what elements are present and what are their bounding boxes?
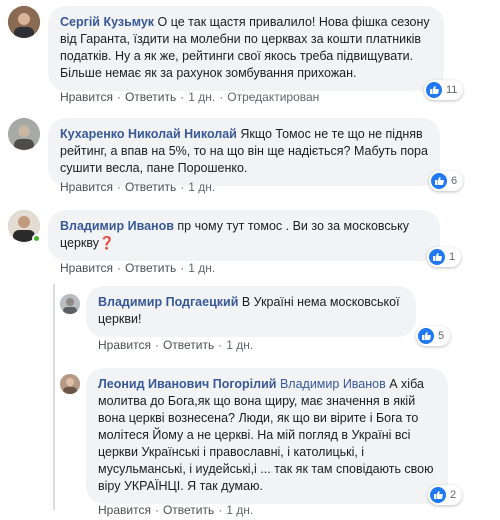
comment-bubble: Кухаренко Николай Николай Якщо Томос не … [48, 118, 440, 186]
reaction-number: 6 [451, 175, 458, 187]
reply-link[interactable]: Ответить [163, 503, 214, 517]
comment-bubble: Сергій Кузьмук О це так щастя привалило!… [48, 6, 444, 91]
reaction-number: 11 [446, 84, 458, 96]
comment-time[interactable]: 1 дн. [226, 338, 253, 352]
like-link[interactable]: Нравится [60, 180, 113, 194]
reply-1: Владимир Подгаецкий В Україні нема моско… [0, 284, 500, 364]
comment-time[interactable]: 1 дн. [226, 503, 253, 517]
like-icon [418, 328, 434, 344]
like-icon [431, 173, 447, 189]
comment-author[interactable]: Владимир Иванов [60, 219, 174, 233]
avatar-podgaetsky[interactable] [60, 294, 80, 314]
reply-link[interactable]: Ответить [163, 338, 214, 352]
avatar-pohorilyi[interactable] [60, 374, 80, 394]
reply-link[interactable]: Ответить [125, 261, 176, 275]
reaction-number: 2 [450, 489, 457, 501]
question-emoji-icon: ❓ [99, 236, 115, 250]
like-link[interactable]: Нравится [98, 503, 151, 517]
avatar-serhii[interactable] [8, 6, 40, 38]
mention-link[interactable]: Владимир Иванов [280, 377, 386, 391]
like-link[interactable]: Нравится [60, 90, 113, 104]
comment-bubble: Владимир Подгаецкий В Україні нема моско… [86, 286, 416, 337]
like-link[interactable]: Нравится [98, 338, 151, 352]
comment-2: Кухаренко Николай Николай Якщо Томос не … [0, 110, 500, 198]
comment-text: А хіба молитва до Бога,як що вона щиру, … [98, 377, 434, 493]
comment-bubble: Владимир Иванов пр чому тут томос . Ви з… [48, 210, 440, 261]
comment-actions: Нравится · Ответить · 1 дн. [98, 503, 254, 517]
comment-actions: Нравится · Ответить · 1 дн. · Отредактирован [60, 90, 320, 104]
user-photo-icon [60, 374, 80, 394]
online-status-icon [32, 234, 41, 243]
comment-time[interactable]: 1 дн. [188, 261, 215, 275]
comment-author[interactable]: Сергій Кузьмук [60, 15, 154, 29]
reply-2: Леонид Иванович Погорілий Владимир Ивано… [0, 364, 500, 520]
comment-1: Сергій Кузьмук О це так щастя привалило!… [0, 0, 500, 110]
like-icon [426, 82, 442, 98]
edited-label[interactable]: Отредактирован [227, 90, 319, 104]
reaction-count[interactable]: 1 [427, 247, 462, 267]
comment-time[interactable]: 1 дн. [188, 90, 215, 104]
like-icon [430, 487, 446, 503]
user-photo-icon [60, 294, 80, 314]
reaction-count[interactable]: 5 [416, 326, 451, 346]
like-link[interactable]: Нравится [60, 261, 113, 275]
avatar-kukharenko[interactable] [8, 118, 40, 150]
comment-author[interactable]: Кухаренко Николай Николай [60, 127, 237, 141]
like-icon [429, 249, 445, 265]
comment-author[interactable]: Владимир Подгаецкий [98, 295, 238, 309]
reaction-count[interactable]: 2 [428, 485, 463, 505]
user-photo-icon [8, 6, 40, 38]
comment-actions: Нравится · Ответить · 1 дн. [98, 338, 254, 352]
reaction-number: 5 [438, 330, 445, 342]
reaction-count[interactable]: 6 [429, 171, 464, 191]
reply-link[interactable]: Ответить [125, 90, 176, 104]
reaction-count[interactable]: 11 [424, 80, 464, 100]
comment-actions: Нравится · Ответить · 1 дн. [60, 180, 216, 194]
comment-author[interactable]: Леонид Иванович Погорілий [98, 377, 276, 391]
reaction-number: 1 [449, 251, 456, 263]
comment-actions: Нравится · Ответить · 1 дн. [60, 261, 216, 275]
user-photo-icon [8, 118, 40, 150]
reply-link[interactable]: Ответить [125, 180, 176, 194]
comment-3: Владимир Иванов пр чому тут томос . Ви з… [0, 198, 500, 276]
comment-bubble: Леонид Иванович Погорілий Владимир Ивано… [86, 368, 448, 504]
comment-time[interactable]: 1 дн. [188, 180, 215, 194]
